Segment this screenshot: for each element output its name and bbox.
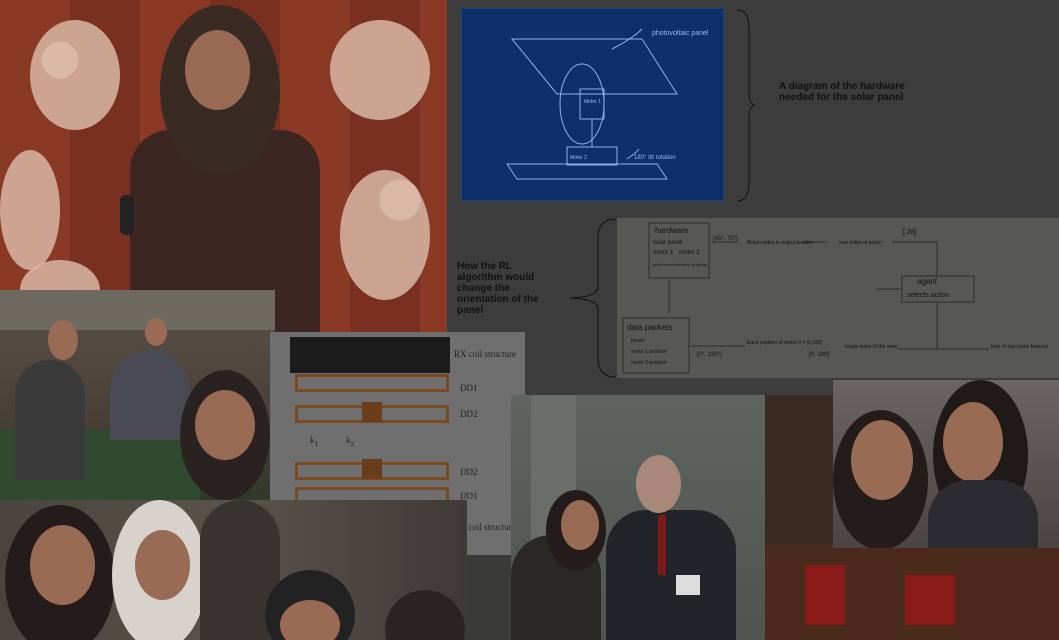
hardware-caption: A diagram of the hardware needed for the… bbox=[779, 81, 905, 103]
hardware-item-2: motor 2 bbox=[679, 250, 700, 256]
time-of-day: time of day (state feature) bbox=[991, 344, 1048, 350]
reward-value: [.28] bbox=[903, 229, 917, 236]
dd2-bottom-label: DD2 bbox=[460, 467, 478, 477]
single-index: single index of the state bbox=[845, 344, 898, 350]
action-index: Action index to output position bbox=[747, 240, 814, 246]
dd1-top-label: DD1 bbox=[460, 383, 478, 393]
angle-range: [0°, 180°] bbox=[697, 352, 722, 358]
rl-caption: How the RL algorithm would change the or… bbox=[457, 261, 539, 316]
hardware-item-1: motor 1 bbox=[653, 250, 674, 256]
foosball-photo bbox=[0, 290, 275, 500]
selfie-photo bbox=[833, 380, 1059, 548]
award-photo bbox=[511, 395, 766, 640]
rl-flow-diagram: hardware solar panel motor 1 motor 2 ser… bbox=[617, 218, 1059, 378]
max-index: max index of action bbox=[839, 240, 882, 246]
horizontal-rotation-label: 180° tilt rotation bbox=[634, 155, 676, 161]
speaker-photo bbox=[0, 0, 447, 332]
hardware-box-title: hardware bbox=[655, 226, 689, 235]
hardware-diagram: photovoltaic panel 180° tilt rotation Mo… bbox=[461, 8, 724, 201]
panel-label: photovoltaic panel bbox=[652, 30, 709, 37]
k2-label: k2 bbox=[346, 435, 355, 448]
dd2-top-label: DD2 bbox=[460, 409, 478, 419]
rl-brace bbox=[569, 218, 617, 378]
agent-action: selects action bbox=[907, 292, 950, 299]
each-position: Each position of motor 0 = [0,180] bbox=[747, 340, 823, 346]
motor1-label: Motor 1 bbox=[584, 99, 601, 105]
data-item-1: motor 1 position bbox=[631, 349, 667, 355]
angles-top: [45°, 70°] bbox=[713, 236, 738, 242]
index-range: [0, 180] bbox=[809, 352, 829, 358]
microphone-icon bbox=[120, 195, 134, 235]
agent-title: agent bbox=[917, 277, 938, 286]
k1-label: k1 bbox=[310, 435, 319, 448]
hardware-item-3: serial communication to laptop bbox=[653, 262, 708, 267]
motor2-label: Motor 2 bbox=[570, 155, 587, 161]
rx-label: RX coil structure bbox=[454, 349, 516, 359]
data-item-2: motor 2 position bbox=[631, 360, 667, 366]
data-item-0: power bbox=[631, 338, 645, 344]
hardware-item-0: solar panel bbox=[653, 240, 682, 246]
hardware-brace bbox=[736, 9, 755, 202]
collage-gap bbox=[467, 555, 517, 640]
friends-photo bbox=[0, 500, 467, 640]
data-packets-title: data packets bbox=[627, 323, 672, 332]
